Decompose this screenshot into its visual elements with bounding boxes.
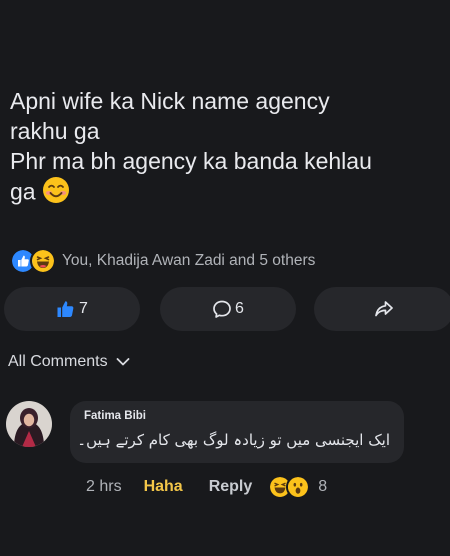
comment-reaction-count: 8: [318, 478, 328, 495]
all-comments-filter[interactable]: All Comments: [8, 353, 130, 371]
reaction-icons: [10, 248, 56, 274]
reactions-summary-text: You, Khadija Awan Zadi and 5 others: [62, 252, 316, 269]
comment-text: ایک ایجنسی میں تو زیادہ لوگ بھی کام کرتے…: [77, 431, 390, 449]
share-button[interactable]: [314, 287, 450, 331]
share-arrow-icon: [375, 301, 393, 317]
post-text-line: Phr ma bh agency ka banda kehlau: [10, 148, 372, 174]
all-comments-label: All Comments: [8, 353, 108, 370]
action-bar: 7 6: [0, 287, 450, 331]
wow-icon: [286, 475, 311, 499]
post-text: Apni wife ka Nick name agency rakhu ga P…: [10, 86, 442, 211]
thumbs-up-icon: [57, 301, 74, 317]
comment-time: 2 hrs: [86, 478, 122, 495]
like-button[interactable]: 7: [4, 287, 140, 331]
comment-button[interactable]: 6: [160, 287, 296, 331]
haha-icon: [30, 248, 56, 274]
haha-reaction-button[interactable]: Haha: [144, 478, 183, 496]
comment-bubble-icon: [213, 300, 231, 318]
reactions-summary[interactable]: You, Khadija Awan Zadi and 5 others: [10, 248, 316, 274]
commenter-name[interactable]: Fatima Bibi: [84, 410, 390, 422]
post-text-line: ga: [10, 178, 36, 205]
commenter-avatar[interactable]: [6, 401, 52, 447]
post-text-line: Apni wife ka Nick name agency: [10, 88, 330, 114]
chevron-down-icon: [116, 358, 129, 366]
like-count: 7: [79, 300, 88, 317]
reply-button[interactable]: Reply: [209, 478, 253, 496]
post-text-line: rakhu ga: [10, 118, 100, 144]
comment-reaction-icons[interactable]: [268, 475, 311, 499]
smiling-blush-emoji-icon: [42, 176, 70, 211]
comment-bubble: Fatima Bibi ایک ایجنسی میں تو زیادہ لوگ …: [70, 401, 404, 463]
comment-meta: 2 hrs Haha Reply 8: [86, 475, 328, 499]
comment-count: 6: [235, 300, 244, 317]
